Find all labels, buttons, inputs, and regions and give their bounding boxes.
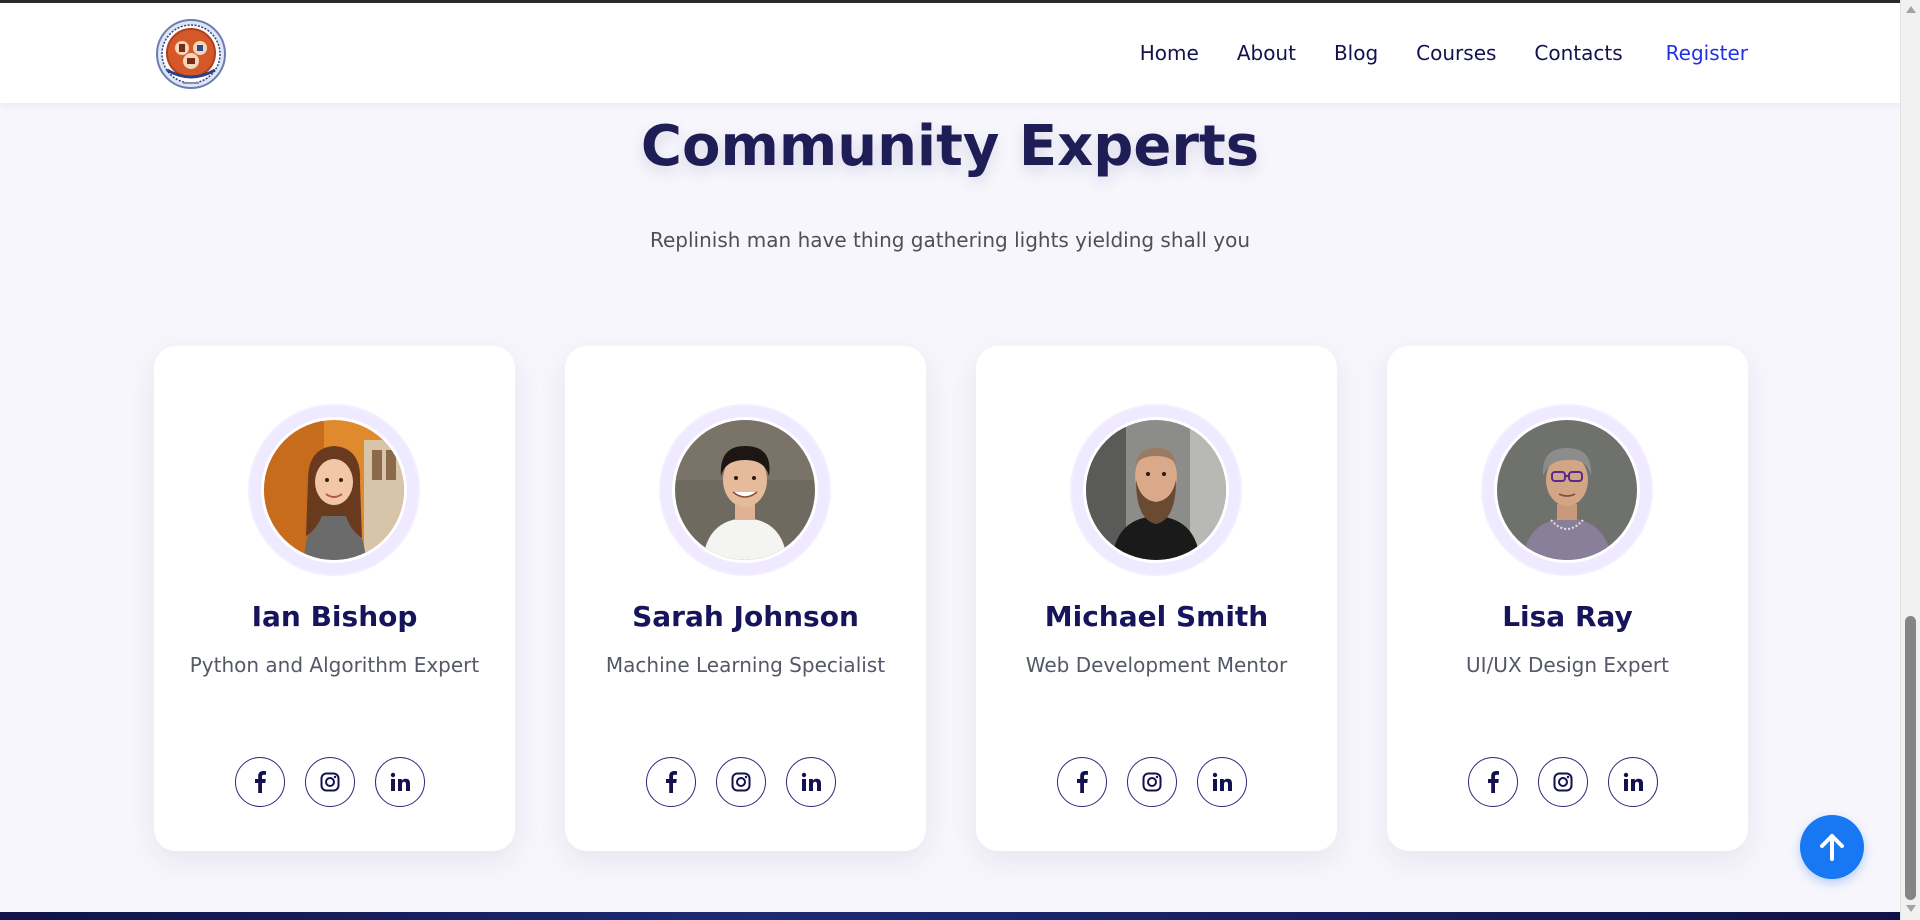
back-to-top-button[interactable] — [1800, 815, 1864, 879]
facebook-icon — [255, 771, 266, 793]
avatar — [1494, 417, 1640, 563]
avatar-man-icon — [1086, 420, 1226, 560]
instagram-icon — [1142, 772, 1162, 792]
expert-card: Michael Smith Web Development Mentor — [976, 346, 1337, 851]
avatar-ring — [1483, 406, 1651, 574]
expert-card: Ian Bishop Python and Algorithm Expert — [154, 346, 515, 851]
avatar — [261, 417, 407, 563]
experts-grid: Ian Bishop Python and Algorithm Expert S… — [154, 346, 1748, 851]
page: Home About Blog Courses Contacts Registe… — [0, 0, 1900, 920]
avatar-ring — [661, 406, 829, 574]
facebook-link[interactable] — [1468, 757, 1518, 807]
social-links — [1468, 757, 1658, 807]
avatar-ring — [250, 406, 418, 574]
expert-role: Machine Learning Specialist — [605, 653, 886, 677]
section-title: Community Experts — [640, 114, 1260, 179]
nav-home[interactable]: Home — [1140, 41, 1199, 65]
facebook-icon — [666, 771, 677, 793]
instagram-link[interactable] — [305, 757, 355, 807]
avatar — [672, 417, 818, 563]
nav-about[interactable]: About — [1237, 41, 1296, 65]
nav-links: Home About Blog Courses Contacts Registe… — [1102, 3, 1748, 103]
instagram-link[interactable] — [1127, 757, 1177, 807]
footer-strip — [0, 912, 1900, 920]
facebook-icon — [1077, 771, 1088, 793]
navbar: Home About Blog Courses Contacts Registe… — [0, 3, 1900, 103]
linkedin-icon — [1623, 772, 1643, 791]
facebook-link[interactable] — [1057, 757, 1107, 807]
scroll-down-arrow-icon[interactable] — [1906, 905, 1916, 912]
expert-name: Sarah Johnson — [632, 600, 859, 633]
expert-role: Web Development Mentor — [1025, 653, 1288, 677]
expert-name: Lisa Ray — [1502, 600, 1633, 633]
facebook-link[interactable] — [235, 757, 285, 807]
linkedin-icon — [1212, 772, 1232, 791]
linkedin-link[interactable] — [375, 757, 425, 807]
linkedin-icon — [390, 772, 410, 791]
expert-card: Lisa Ray UI/UX Design Expert — [1387, 346, 1748, 851]
linkedin-link[interactable] — [786, 757, 836, 807]
linkedin-link[interactable] — [1197, 757, 1247, 807]
social-links — [646, 757, 836, 807]
avatar-man-icon — [675, 420, 815, 560]
arrow-up-icon — [1820, 834, 1844, 861]
social-links — [235, 757, 425, 807]
nav-blog[interactable]: Blog — [1334, 41, 1378, 65]
section-subtitle: Replinish man have thing gathering light… — [650, 228, 1250, 252]
expert-name: Michael Smith — [1044, 600, 1269, 633]
facebook-link[interactable] — [646, 757, 696, 807]
page-scrollbar[interactable] — [1900, 0, 1920, 920]
linkedin-link[interactable] — [1608, 757, 1658, 807]
instagram-link[interactable] — [716, 757, 766, 807]
instagram-icon — [731, 772, 751, 792]
avatar-woman-icon — [1497, 420, 1637, 560]
expert-name: Ian Bishop — [251, 600, 418, 633]
site-logo[interactable] — [155, 18, 227, 90]
avatar-ring — [1072, 406, 1240, 574]
social-links — [1057, 757, 1247, 807]
nav-contacts[interactable]: Contacts — [1534, 41, 1622, 65]
expert-role: UI/UX Design Expert — [1466, 653, 1669, 677]
avatar-woman-icon — [264, 420, 404, 560]
instagram-icon — [1553, 772, 1573, 792]
nav-courses[interactable]: Courses — [1416, 41, 1496, 65]
scroll-up-arrow-icon[interactable] — [1906, 6, 1916, 13]
nav-register[interactable]: Register — [1666, 41, 1748, 65]
expert-card: Sarah Johnson Machine Learning Specialis… — [565, 346, 926, 851]
linkedin-icon — [801, 772, 821, 791]
instagram-link[interactable] — [1538, 757, 1588, 807]
logo-emblem-icon — [156, 19, 226, 89]
facebook-icon — [1488, 771, 1499, 793]
instagram-icon — [320, 772, 340, 792]
avatar — [1083, 417, 1229, 563]
scrollbar-thumb[interactable] — [1905, 616, 1916, 900]
expert-role: Python and Algorithm Expert — [189, 653, 480, 677]
